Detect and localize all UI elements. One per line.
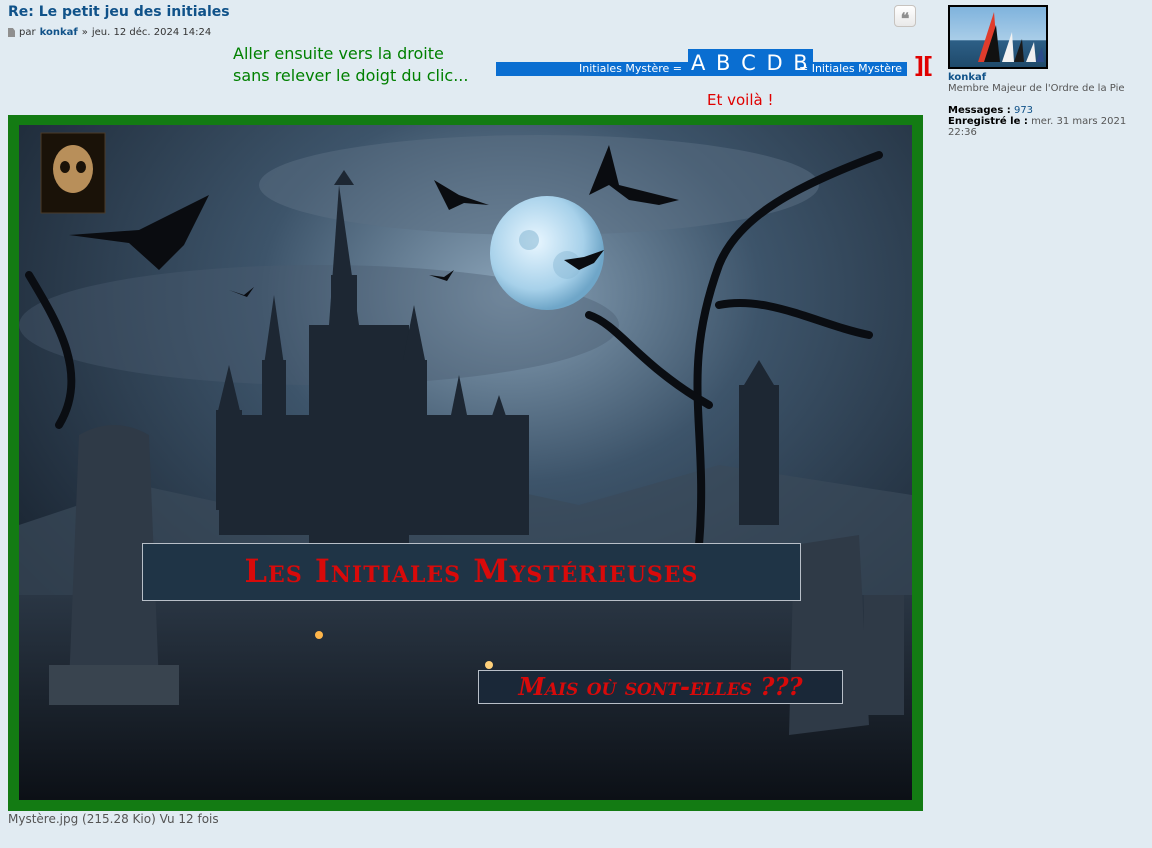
- selection-brackets: ][: [914, 54, 933, 79]
- quote-icon: ❝: [900, 9, 910, 28]
- hint-line-1: Aller ensuite vers la droite: [233, 44, 444, 63]
- post-author-link[interactable]: konkaf: [40, 27, 78, 38]
- messages-label: Messages :: [948, 105, 1011, 116]
- post-meta: par konkaf » jeu. 12 déc. 2024 14:24: [8, 27, 211, 38]
- attachment-caption: Mystère.jpg (215.28 Kio) Vu 12 fois: [8, 812, 219, 826]
- registered-label: Enregistré le :: [948, 116, 1028, 127]
- profile-username[interactable]: konkaf: [948, 72, 1144, 83]
- post-date: jeu. 12 déc. 2024 14:24: [91, 27, 212, 38]
- avatar[interactable]: [948, 5, 1048, 69]
- selected-right-text: = Initiales Mystère: [799, 62, 903, 75]
- sailboats-icon: [978, 12, 1044, 62]
- messages-count-link[interactable]: 973: [1014, 105, 1033, 116]
- profile-rank: Membre Majeur de l'Ordre de la Pie: [948, 83, 1125, 94]
- quote-button[interactable]: ❝: [894, 5, 916, 28]
- result-text: Et voilà !: [707, 91, 774, 109]
- attachment-image[interactable]: [8, 115, 923, 811]
- hint-text: Aller ensuite vers la droite sans releve…: [233, 43, 468, 87]
- post-icon[interactable]: [8, 28, 15, 37]
- profile-stats: Messages : 973 Enregistré le : mer. 31 m…: [948, 105, 1144, 138]
- meta-separator: »: [81, 27, 88, 38]
- selected-text-bar[interactable]: Initiales Mystère = A B C D B = Initiale…: [496, 49, 907, 76]
- image-title-banner: Les Initiales Mystérieuses: [142, 543, 801, 601]
- meta-prefix: par: [19, 27, 36, 38]
- image-subtitle-banner: Mais où sont-elles ???: [478, 670, 843, 704]
- hint-line-2: sans relever le doigt du clic...: [233, 66, 469, 85]
- selected-letters: A B C D B: [688, 49, 813, 75]
- post-title[interactable]: Re: Le petit jeu des initiales: [8, 4, 230, 20]
- post-profile: konkaf Membre Majeur de l'Ordre de la Pi…: [948, 5, 1144, 138]
- selected-left-text: Initiales Mystère =: [578, 62, 682, 75]
